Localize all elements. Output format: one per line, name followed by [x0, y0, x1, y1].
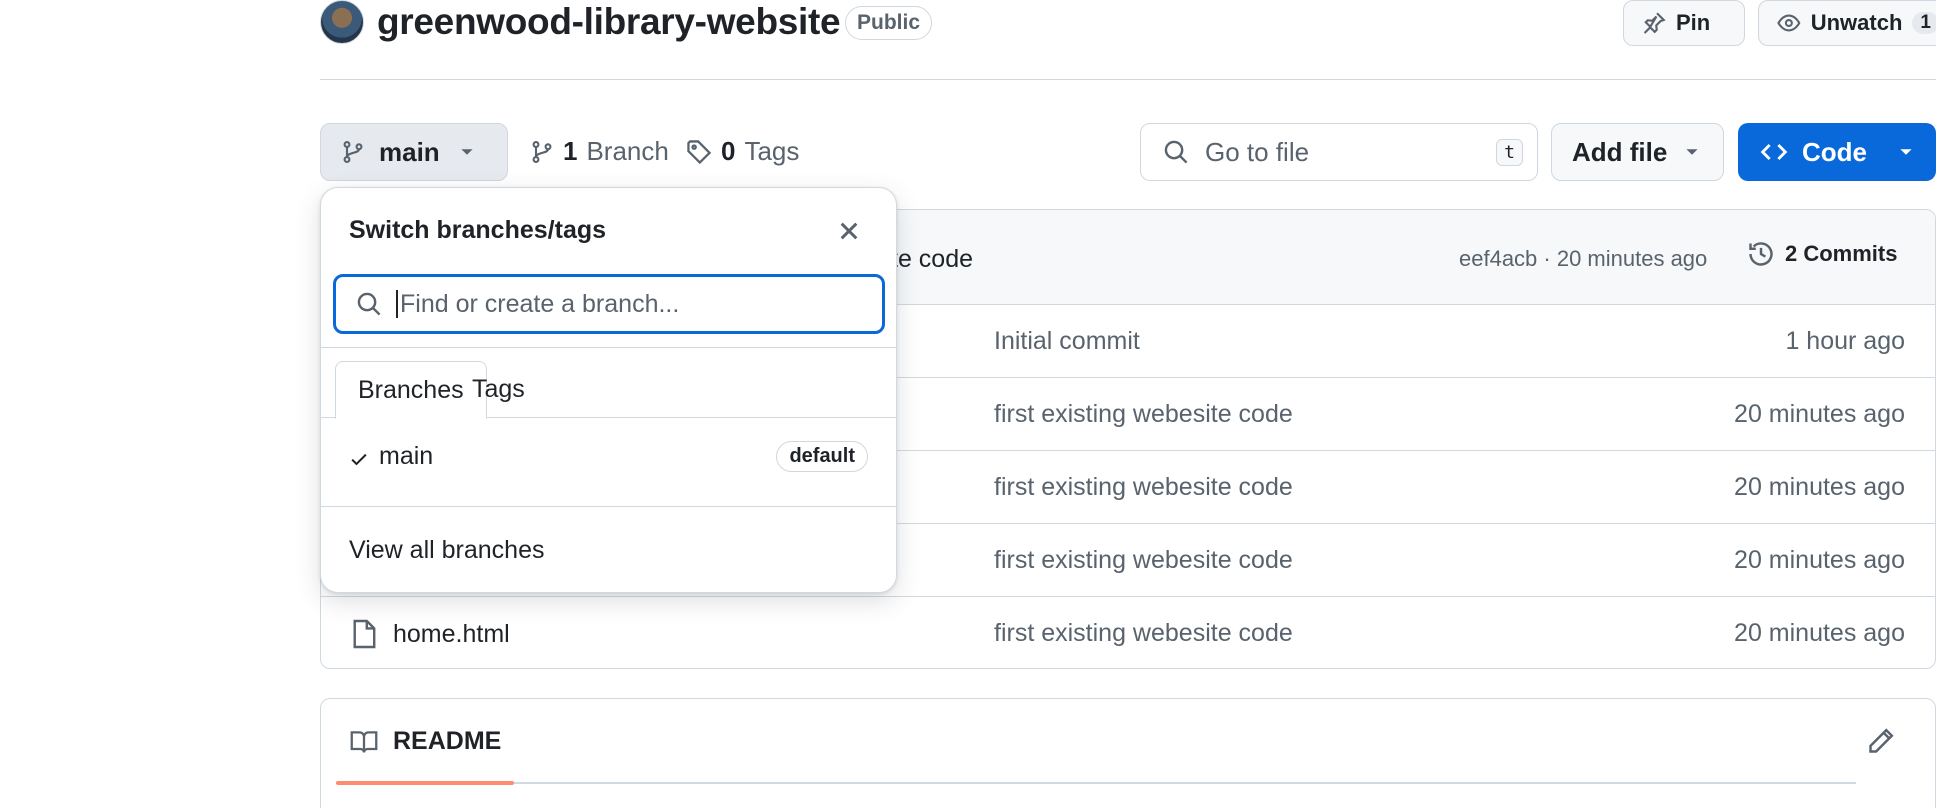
- current-branch-label: main: [379, 136, 440, 167]
- add-file-button[interactable]: Add file: [1551, 123, 1724, 181]
- branch-search-input[interactable]: Find or create a branch...: [333, 274, 885, 334]
- file-commit-message[interactable]: first existing webesite code: [994, 619, 1293, 648]
- readme-tab-border: [336, 782, 1856, 784]
- file-row[interactable]: home.html first existing webesite code 2…: [321, 597, 1935, 668]
- watch-count: 1: [1912, 12, 1936, 34]
- divider: [321, 506, 896, 507]
- branch-count: 1: [563, 136, 578, 166]
- tab-tags[interactable]: Tags: [450, 361, 547, 418]
- file-commit-message[interactable]: first existing webesite code: [994, 546, 1293, 575]
- readme-label: README: [393, 727, 502, 755]
- file-name-link[interactable]: home.html: [351, 619, 510, 649]
- search-icon: [1164, 140, 1188, 164]
- commits-label: 2 Commits: [1785, 241, 1898, 266]
- file-name: home.html: [393, 619, 510, 648]
- commits-link[interactable]: 2 Commits: [1747, 240, 1897, 268]
- repo-name[interactable]: greenwood-library-website: [377, 1, 841, 43]
- file-commit-message[interactable]: first existing webesite code: [994, 400, 1293, 429]
- go-to-file-input[interactable]: Go to file t: [1140, 123, 1538, 181]
- default-badge: default: [776, 440, 868, 472]
- caret-down-icon: [1900, 149, 1912, 155]
- go-to-file-placeholder: Go to file: [1205, 136, 1310, 167]
- readme-active-underline: [336, 781, 514, 785]
- shortcut-key: t: [1496, 138, 1523, 166]
- latest-commit-message[interactable]: te code: [891, 245, 973, 274]
- latest-commit-meta[interactable]: eef4acb · 20 minutes ago: [1459, 246, 1707, 272]
- branch-select-button[interactable]: main: [320, 123, 508, 181]
- unwatch-label: Unwatch: [1810, 10, 1903, 35]
- pin-icon: [1643, 12, 1666, 34]
- header-divider: [320, 79, 1936, 80]
- text-caret: [396, 290, 398, 318]
- file-icon: [353, 619, 376, 649]
- pin-label: Pin: [1676, 10, 1711, 35]
- owner-avatar[interactable]: [320, 0, 364, 44]
- readme-panel: README: [320, 698, 1936, 808]
- book-icon: [350, 730, 378, 753]
- file-commit-time: 20 minutes ago: [1734, 619, 1905, 647]
- file-commit-time: 20 minutes ago: [1734, 473, 1905, 501]
- view-all-branches-link[interactable]: View all branches: [349, 536, 544, 565]
- tag-word: Tags: [744, 136, 800, 166]
- divider: [321, 347, 896, 348]
- unwatch-button[interactable]: Unwatch 1: [1758, 0, 1936, 46]
- branch-tag-tabs: Branches Tags: [321, 361, 896, 419]
- caret-down-icon: [461, 149, 473, 155]
- file-commit-message[interactable]: Initial commit: [994, 327, 1140, 356]
- file-commit-time: 20 minutes ago: [1734, 546, 1905, 574]
- branch-name: main: [379, 441, 434, 470]
- readme-tab[interactable]: README: [349, 727, 501, 756]
- git-branch-icon: [343, 141, 363, 163]
- tags-link[interactable]: 0 Tags: [686, 136, 799, 167]
- eye-icon: [1777, 14, 1801, 32]
- branch-switcher-dropdown: Switch branches/tags Find or create a br…: [320, 187, 897, 593]
- caret-down-icon: [1686, 149, 1698, 155]
- dropdown-title: Switch branches/tags: [349, 216, 607, 244]
- file-commit-time: 20 minutes ago: [1734, 400, 1905, 428]
- check-icon: [351, 453, 367, 466]
- code-label: Code: [1802, 136, 1867, 167]
- branch-word: Branch: [586, 136, 669, 166]
- close-icon[interactable]: [836, 218, 862, 244]
- branches-link[interactable]: 1 Branch: [530, 136, 669, 167]
- tag-icon: [687, 139, 712, 164]
- file-commit-message[interactable]: first existing webesite code: [994, 473, 1293, 502]
- git-branch-icon: [532, 140, 552, 163]
- branch-item-main[interactable]: main default: [321, 420, 896, 492]
- history-icon: [1749, 242, 1773, 266]
- search-icon: [357, 292, 381, 316]
- visibility-badge: Public: [845, 6, 933, 40]
- tag-count: 0: [721, 136, 736, 166]
- code-button[interactable]: Code: [1738, 123, 1936, 181]
- pencil-icon[interactable]: [1867, 727, 1895, 755]
- branch-search-placeholder: Find or create a branch...: [400, 289, 680, 318]
- file-commit-time: 1 hour ago: [1785, 327, 1905, 355]
- pin-button[interactable]: Pin: [1623, 0, 1745, 46]
- code-icon: [1760, 144, 1788, 160]
- add-file-label: Add file: [1572, 136, 1668, 167]
